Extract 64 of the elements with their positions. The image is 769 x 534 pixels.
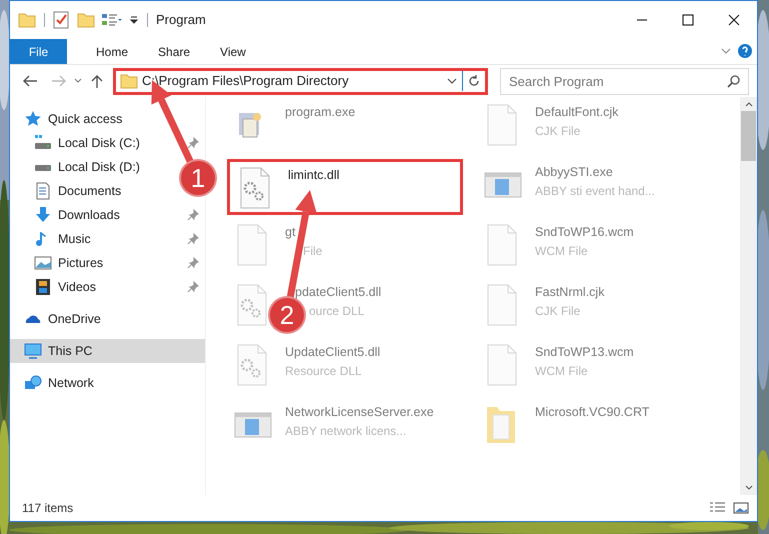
document-icon <box>34 182 52 200</box>
ribbon-tab[interactable]: Share <box>143 39 206 64</box>
ribbon-tab[interactable]: View <box>205 39 261 64</box>
nav-item[interactable]: Network <box>10 371 100 395</box>
file-type: Resource DLL <box>285 362 362 380</box>
ribbon-tab[interactable]: Home <box>81 39 144 64</box>
pin-icon[interactable] <box>187 281 199 293</box>
file-type: CJK File <box>535 302 580 320</box>
search-field[interactable]: Search Program <box>500 68 749 94</box>
scroll-thumb[interactable] <box>741 111 756 161</box>
file-type: ABBY network licens... <box>285 422 406 440</box>
picture-icon <box>34 254 52 272</box>
window-title: Program <box>156 11 206 30</box>
folder-icon <box>120 72 138 90</box>
nav-item[interactable]: Quick access <box>10 107 128 131</box>
pin-icon[interactable] <box>187 257 199 269</box>
nav-item[interactable]: OneDrive <box>10 307 107 331</box>
file-name[interactable]: program.exe <box>285 103 356 122</box>
nav-item[interactable]: Pictures <box>10 251 205 275</box>
film-strip-icon <box>34 278 52 296</box>
file-name[interactable]: FastNrml.cjk <box>535 283 604 302</box>
address-text: C:\Program Files\Program Directory <box>142 72 350 90</box>
file-type: WCM File <box>535 362 588 380</box>
pin-icon[interactable] <box>187 209 199 221</box>
nav-item[interactable]: Downloads <box>10 203 205 227</box>
address-field[interactable]: C:\Program Files\Program Directory <box>113 68 488 94</box>
file-type: ource DLL <box>309 302 364 320</box>
file-name[interactable]: SndToWP16.wcm <box>535 223 634 242</box>
file-type: File <box>303 242 322 260</box>
scrollbar[interactable] <box>740 97 757 495</box>
nav-item[interactable]: Documents <box>10 179 128 203</box>
file-name[interactable]: DefaultFont.cjk <box>535 103 618 122</box>
nav-item[interactable]: Music <box>10 227 205 251</box>
search-icon[interactable] <box>727 74 741 88</box>
file-name[interactable]: gt <box>285 223 296 242</box>
pin-icon[interactable] <box>187 233 199 245</box>
nav-item[interactable]: This PC <box>10 339 205 363</box>
dropdown-icon[interactable] <box>129 15 139 25</box>
drive-icon <box>34 134 52 152</box>
nav-item[interactable]: Local Disk (D:) <box>10 155 146 179</box>
ribbon-tab[interactable]: File <box>10 39 67 64</box>
up-icon[interactable] <box>89 73 105 89</box>
file-type: WCM File <box>535 242 588 260</box>
large-icons-view-icon[interactable] <box>733 501 749 515</box>
properties-icon[interactable] <box>101 12 123 28</box>
nav-item[interactable]: Local Disk (C:) <box>10 131 205 155</box>
checklist-icon[interactable] <box>53 11 69 29</box>
item-count: 117 items <box>22 500 74 517</box>
file-name[interactable]: NetworkLicenseServer.exe <box>285 403 434 422</box>
file-name[interactable]: SndToWP13.wcm <box>535 343 634 362</box>
file-type: ABBY sti event hand... <box>535 182 655 200</box>
file-name[interactable]: UpdateClient5.dll <box>285 343 380 362</box>
file-name[interactable]: limintc.dll <box>288 166 340 185</box>
file-name[interactable]: Microsoft.VC90.CRT <box>535 403 650 422</box>
pin-icon[interactable] <box>187 137 199 149</box>
drive-icon <box>34 164 52 172</box>
star-icon <box>24 110 42 128</box>
file-item[interactable]: limintc.dll <box>227 159 463 215</box>
file-type: CJK File <box>535 122 580 140</box>
download-arrow-icon <box>34 206 52 224</box>
monitor-icon <box>24 342 42 360</box>
file-name[interactable]: AbbyySTI.exe <box>535 163 613 182</box>
nav-item[interactable]: Videos <box>10 275 205 299</box>
network-icon <box>24 374 42 392</box>
